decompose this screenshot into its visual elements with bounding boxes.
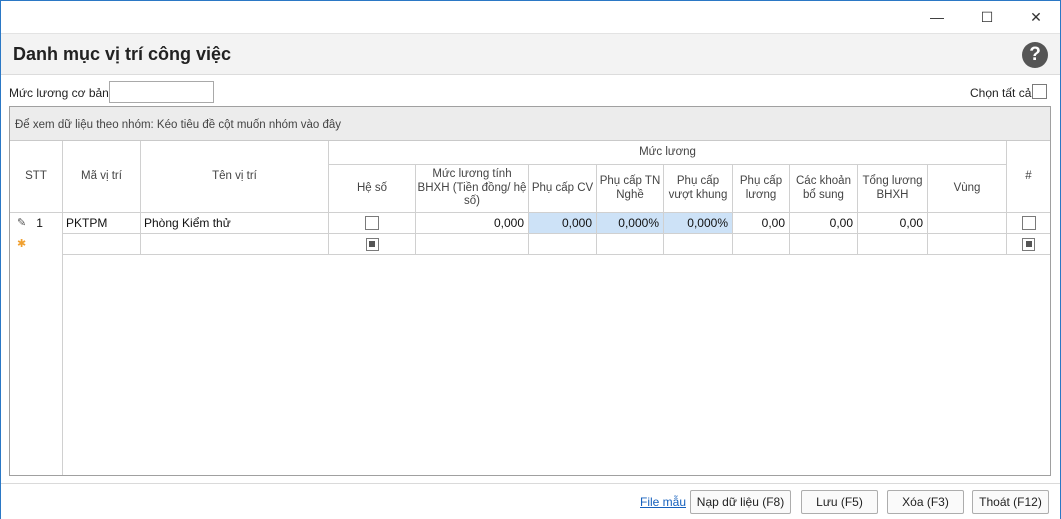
- new-cell-seniority-allowance[interactable]: [597, 234, 664, 255]
- col-header-stt[interactable]: STT: [10, 141, 63, 213]
- col-header-hash[interactable]: #: [1007, 141, 1050, 213]
- new-cell-region[interactable]: [928, 234, 1007, 255]
- help-icon[interactable]: ?: [1022, 42, 1048, 68]
- group-by-panel[interactable]: Để xem dữ liệu theo nhóm: Kéo tiêu đề cộ…: [10, 107, 1050, 141]
- new-cell-salary-allowance[interactable]: [733, 234, 790, 255]
- col-header-position-allowance[interactable]: Phụ cấp CV: [529, 165, 597, 213]
- basic-salary-input[interactable]: [109, 81, 214, 103]
- row-indicator-cell: ✎ 1: [10, 213, 63, 234]
- col-header-bhxh-salary[interactable]: Mức lương tính BHXH (Tiền đồng/ hệ số): [416, 165, 529, 213]
- new-cell-position-allowance[interactable]: [529, 234, 597, 255]
- row-stt: 1: [36, 216, 43, 231]
- col-header-extras[interactable]: Các khoản bổ sung: [790, 165, 858, 213]
- close-button[interactable]: ✕: [1013, 1, 1059, 33]
- new-row-indicator-cell: ✱: [10, 234, 63, 255]
- minimize-icon: —: [930, 9, 944, 25]
- cell-position-allowance[interactable]: 0,000: [529, 213, 597, 234]
- form-header: Danh mục vị trí công việc ?: [1, 33, 1060, 75]
- delete-button[interactable]: Xóa (F3): [887, 490, 964, 514]
- dialog-window: — ☐ ✕ Danh mục vị trí công việc ? Mức lư…: [0, 0, 1061, 519]
- row-select-checkbox[interactable]: [1021, 216, 1036, 230]
- maximize-button[interactable]: ☐: [964, 1, 1010, 33]
- cell-salary-allowance[interactable]: 0,00: [733, 213, 790, 234]
- cell-code[interactable]: PKTPM: [63, 213, 141, 234]
- new-cell-coefficient[interactable]: [329, 234, 416, 255]
- new-cell-over-frame-allowance[interactable]: [664, 234, 733, 255]
- cell-total-bhxh[interactable]: 0,00: [858, 213, 928, 234]
- title-bar: — ☐ ✕: [1, 1, 1060, 33]
- grid-divider: [62, 255, 63, 475]
- page-title: Danh mục vị trí công việc: [13, 44, 232, 64]
- new-cell-bhxh-salary[interactable]: [416, 234, 529, 255]
- edit-pencil-icon: ✎: [17, 216, 27, 229]
- coefficient-indeterminate-checkbox[interactable]: [365, 237, 379, 251]
- cell-extras[interactable]: 0,00: [790, 213, 858, 234]
- col-header-seniority-allowance[interactable]: Phụ cấp TN Nghề: [597, 165, 664, 213]
- col-header-name[interactable]: Tên vị trí: [141, 141, 329, 213]
- select-all-checkbox[interactable]: [1032, 84, 1047, 99]
- cell-over-frame-allowance[interactable]: 0,000%: [664, 213, 733, 234]
- save-button[interactable]: Lưu (F5): [801, 490, 878, 514]
- cell-seniority-allowance[interactable]: 0,000%: [597, 213, 664, 234]
- cell-bhxh-salary[interactable]: 0,000: [416, 213, 529, 234]
- maximize-icon: ☐: [980, 8, 994, 25]
- cell-name[interactable]: Phòng Kiểm thử: [141, 213, 329, 234]
- row-indeterminate-checkbox[interactable]: [1022, 237, 1035, 251]
- exit-button[interactable]: Thoát (F12): [972, 490, 1049, 514]
- load-data-button[interactable]: Nạp dữ liệu (F8): [690, 490, 791, 514]
- new-cell-code[interactable]: [63, 234, 141, 255]
- basic-salary-label: Mức lương cơ bản:: [9, 86, 113, 100]
- template-file-link[interactable]: File mẫu: [640, 495, 686, 509]
- col-header-region[interactable]: Vùng: [928, 165, 1007, 213]
- group-by-hint: Để xem dữ liệu theo nhóm: Kéo tiêu đề cộ…: [15, 119, 342, 131]
- col-header-over-frame-allowance[interactable]: Phụ cấp vượt khung: [664, 165, 733, 213]
- minimize-button[interactable]: —: [914, 1, 960, 33]
- new-cell-total-bhxh[interactable]: [858, 234, 928, 255]
- coefficient-checkbox[interactable]: [365, 216, 379, 230]
- col-band-salary: Mức lương: [329, 141, 1007, 165]
- new-row-asterisk-icon: ✱: [17, 237, 27, 250]
- col-header-salary-allowance[interactable]: Phụ cấp lương: [733, 165, 790, 213]
- cell-hash[interactable]: [1007, 213, 1050, 234]
- close-icon: ✕: [1030, 8, 1042, 25]
- cell-region[interactable]: [928, 213, 1007, 234]
- col-header-total-bhxh[interactable]: Tổng lương BHXH: [858, 165, 928, 213]
- col-header-coefficient[interactable]: Hệ số: [329, 165, 416, 213]
- select-all-label: Chọn tất cả: [970, 86, 1032, 100]
- new-cell-extras[interactable]: [790, 234, 858, 255]
- new-cell-name[interactable]: [141, 234, 329, 255]
- positions-grid: Để xem dữ liệu theo nhóm: Kéo tiêu đề cộ…: [9, 106, 1051, 476]
- col-header-code[interactable]: Mã vị trí: [63, 141, 141, 213]
- new-cell-hash[interactable]: [1007, 234, 1050, 255]
- cell-coefficient[interactable]: [329, 213, 416, 234]
